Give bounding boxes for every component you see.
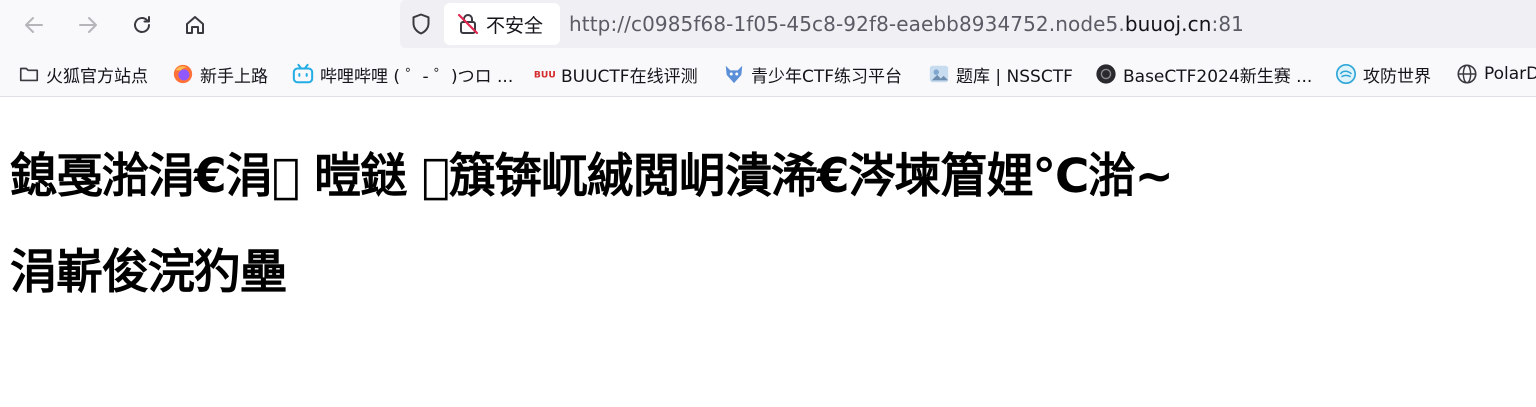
forward-arrow-icon <box>79 17 97 33</box>
bookmark-label: 哔哩哔哩 ( ゜- ゜)つロ ... <box>320 66 514 87</box>
site-security-button[interactable]: 不安全 <box>444 3 560 45</box>
svg-text:BUU: BUU <box>534 70 555 81</box>
basectf-icon <box>1095 63 1117 85</box>
bookmark-item[interactable]: PolarD <box>1456 62 1536 86</box>
home-button[interactable] <box>177 7 213 43</box>
bookmark-label: BUUCTF在线评测 <box>561 66 698 87</box>
address-bar[interactable]: 不安全 http://c0985f68-1f05-45c8-92f8-eaebb… <box>400 0 1536 48</box>
bookmark-item[interactable]: 新手上路 <box>172 62 268 87</box>
home-icon <box>186 16 204 34</box>
bookmark-item[interactable]: 题库 | NSSCTF <box>928 62 1073 87</box>
back-arrow-icon <box>25 17 43 33</box>
heading-garbled-2: 涓嶄俊浣犳壘 <box>10 245 287 300</box>
folder-icon <box>18 63 40 85</box>
shield-icon <box>412 13 430 35</box>
bookmark-item[interactable]: 攻防世界 <box>1335 62 1431 87</box>
bookmark-item[interactable]: 火狐官方站点 <box>18 62 148 87</box>
bookmark-item[interactable]: BaseCTF2024新生赛 ... <box>1095 62 1313 87</box>
bookmark-label: 攻防世界 <box>1363 66 1431 87</box>
bookmarks-bar: 火狐官方站点 新手上路 哔哩哔哩 ( ゜- ゜)つロ ... BUU BUUCT… <box>0 50 1536 97</box>
bookmark-label: PolarD <box>1484 64 1536 84</box>
fox-mascot-icon <box>723 63 745 85</box>
reload-icon <box>134 16 150 33</box>
globe-swirl-icon <box>1335 63 1357 85</box>
forward-button[interactable] <box>70 7 106 43</box>
back-button[interactable] <box>16 7 52 43</box>
browser-toolbar: 不安全 http://c0985f68-1f05-45c8-92f8-eaebb… <box>0 0 1536 50</box>
globe-icon <box>1456 63 1478 85</box>
url-prefix: http://c0985f68-1f05-45c8-92f8-eaebb8934… <box>569 12 1125 36</box>
heading-garbled-1: 鎴戞湁涓€涓  暟鎹  簱锛屼絾閲岄潰浠€涔堜篃娌℃湁~ <box>10 149 1174 204</box>
url-domain: buuoj.cn <box>1124 12 1212 36</box>
url-port: :81 <box>1211 12 1244 36</box>
nssctf-icon <box>928 63 950 85</box>
bookmark-item[interactable]: 哔哩哔哩 ( ゜- ゜)つロ ... <box>292 62 514 87</box>
firefox-icon <box>172 63 194 85</box>
bookmark-item[interactable]: 青少年CTF练习平台 <box>723 62 903 87</box>
insecure-label: 不安全 <box>486 14 544 37</box>
bookmark-label: BaseCTF2024新生赛 ... <box>1123 66 1313 87</box>
url-text[interactable]: http://c0985f68-1f05-45c8-92f8-eaebb8934… <box>569 12 1244 36</box>
insecure-lock-icon <box>457 13 479 35</box>
bookmark-label: 火狐官方站点 <box>46 66 148 87</box>
buuctf-icon: BUU <box>533 63 555 85</box>
bilibili-icon <box>292 63 314 85</box>
page-content: 鎴戞湁涓€涓  暟鎹  簱锛屼絾閲岄潰浠€涔堜篃娌℃湁~ 涓嶄俊浣犳壘 <box>0 97 1536 407</box>
reload-button[interactable] <box>124 7 160 43</box>
bookmark-label: 青少年CTF练习平台 <box>751 66 903 87</box>
bookmark-label: 题库 | NSSCTF <box>956 66 1073 87</box>
tracking-protection-button[interactable] <box>408 11 434 37</box>
bookmark-item[interactable]: BUU BUUCTF在线评测 <box>533 62 698 87</box>
bookmark-label: 新手上路 <box>200 66 268 87</box>
